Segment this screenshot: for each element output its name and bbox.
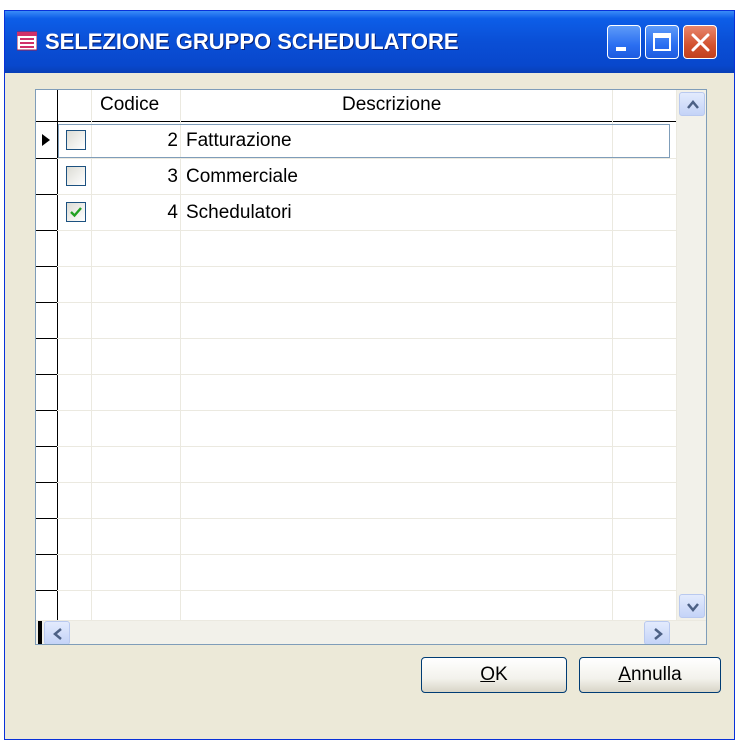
cell-codice: 2 <box>167 130 178 151</box>
cell-codice: 4 <box>167 202 178 223</box>
vertical-scrollbar[interactable] <box>676 90 706 620</box>
grid-row-divider <box>36 374 676 375</box>
grid-row-divider <box>36 518 676 519</box>
scroll-down-button[interactable] <box>679 594 705 618</box>
chevron-left-icon <box>53 628 62 640</box>
scroll-right-button[interactable] <box>644 621 670 644</box>
grid-row-divider <box>36 446 676 447</box>
close-icon <box>691 33 710 52</box>
cell-codice: 3 <box>167 166 178 187</box>
dialog-window: SELEZIONE GRUPPO SCHEDULATORE Codice Des… <box>4 10 735 740</box>
row-checkbox[interactable] <box>66 166 86 186</box>
table-row[interactable]: 4 Schedulatori <box>36 194 676 230</box>
grid-row-divider <box>36 230 676 231</box>
cell-descrizione: Schedulatori <box>186 202 292 223</box>
horizontal-scrollbar[interactable] <box>36 620 706 644</box>
chevron-up-icon <box>687 100 699 109</box>
grid-row-divider <box>36 338 676 339</box>
ok-button-label: K <box>495 664 508 685</box>
minimize-icon <box>616 47 626 51</box>
data-grid[interactable]: Codice Descrizione 2 Fatturazione 3 Comm… <box>35 89 707 645</box>
cancel-button-accelerator: A <box>618 664 631 685</box>
column-header-codice[interactable]: Codice <box>100 94 159 116</box>
ok-button-accelerator: O <box>480 664 496 685</box>
cell-descrizione: Fatturazione <box>186 130 292 151</box>
close-button[interactable] <box>683 25 717 59</box>
chevron-down-icon <box>687 603 699 612</box>
cell-descrizione: Commerciale <box>186 166 298 187</box>
row-checkbox[interactable] <box>66 130 86 150</box>
indicator-column-corner <box>38 621 42 644</box>
grid-header: Codice Descrizione <box>36 90 676 122</box>
row-indicator-divider <box>36 590 57 591</box>
chevron-right-icon <box>654 628 663 640</box>
scroll-up-button[interactable] <box>679 92 705 116</box>
cancel-button[interactable]: Annulla <box>579 657 721 693</box>
ok-button[interactable]: OK <box>421 657 567 693</box>
grid-row-divider <box>36 302 676 303</box>
row-indicator-divider <box>36 302 57 303</box>
row-indicator-divider <box>36 554 57 555</box>
minimize-button[interactable] <box>607 25 641 59</box>
cancel-button-label: nnulla <box>630 664 682 685</box>
row-indicator-divider <box>36 482 57 483</box>
grid-row-divider <box>36 590 676 591</box>
title-bar[interactable]: SELEZIONE GRUPPO SCHEDULATORE <box>5 11 734 73</box>
grid-row-divider <box>36 266 676 267</box>
row-checkbox[interactable] <box>66 202 86 222</box>
table-row[interactable]: 3 Commerciale <box>36 158 676 194</box>
row-indicator-divider <box>36 374 57 375</box>
row-indicator-divider <box>36 338 57 339</box>
row-indicator-divider <box>36 230 57 231</box>
scroll-left-button[interactable] <box>44 621 70 644</box>
table-row[interactable]: 2 Fatturazione <box>36 122 676 158</box>
window-title: SELEZIONE GRUPPO SCHEDULATORE <box>45 29 459 54</box>
grid-row-divider <box>36 410 676 411</box>
maximize-button[interactable] <box>645 25 679 59</box>
form-window-icon <box>16 31 38 51</box>
row-indicator-divider <box>36 266 57 267</box>
row-indicator-divider <box>36 410 57 411</box>
grid-row-divider <box>36 482 676 483</box>
row-indicator-divider <box>36 518 57 519</box>
grid-row-divider <box>36 554 676 555</box>
checkmark-icon <box>70 207 82 218</box>
maximize-icon <box>653 33 671 51</box>
current-row-pointer-icon <box>42 134 50 146</box>
column-header-descrizione[interactable]: Descrizione <box>342 94 441 116</box>
grid-body: Codice Descrizione 2 Fatturazione 3 Comm… <box>36 90 676 620</box>
row-indicator-divider <box>36 446 57 447</box>
